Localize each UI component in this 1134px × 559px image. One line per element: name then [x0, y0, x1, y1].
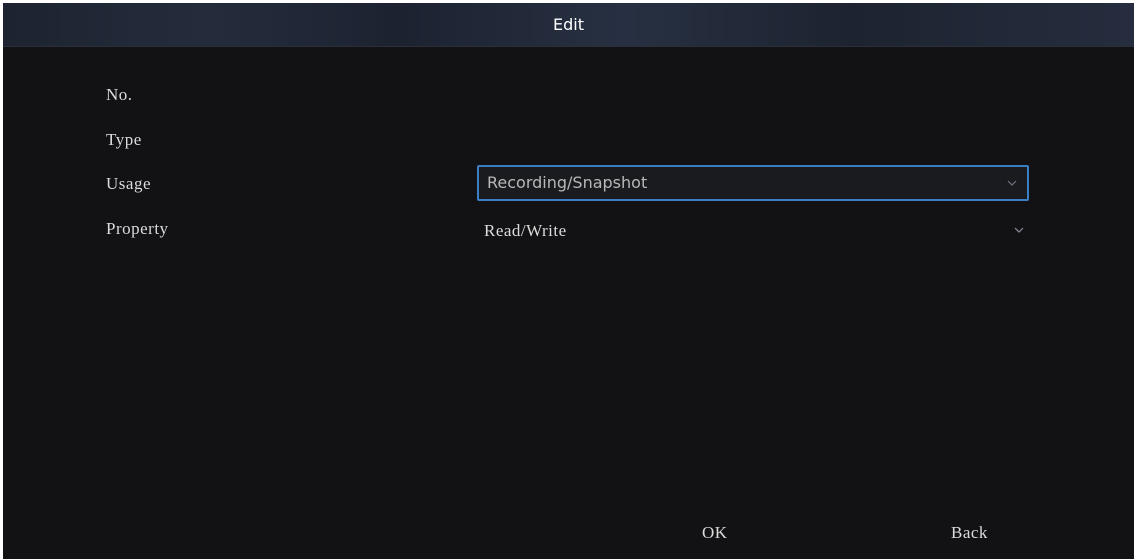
type-label: Type: [106, 130, 142, 149]
back-button[interactable]: Back: [951, 523, 988, 543]
property-label: Property: [106, 219, 169, 238]
edit-dialog: Edit No. Type Usage Recording/Snapshot P…: [3, 3, 1134, 559]
dialog-title-bar: Edit: [3, 3, 1134, 47]
ok-button[interactable]: OK: [702, 523, 728, 543]
chevron-down-icon: [1007, 178, 1017, 188]
chevron-down-icon[interactable]: [1014, 225, 1024, 235]
usage-select-value: Recording/Snapshot: [487, 173, 648, 192]
no-label: No.: [106, 85, 133, 104]
property-select-value[interactable]: Read/Write: [484, 221, 567, 241]
usage-select[interactable]: Recording/Snapshot: [477, 165, 1029, 201]
usage-label: Usage: [106, 174, 151, 193]
dialog-title: Edit: [553, 15, 584, 34]
